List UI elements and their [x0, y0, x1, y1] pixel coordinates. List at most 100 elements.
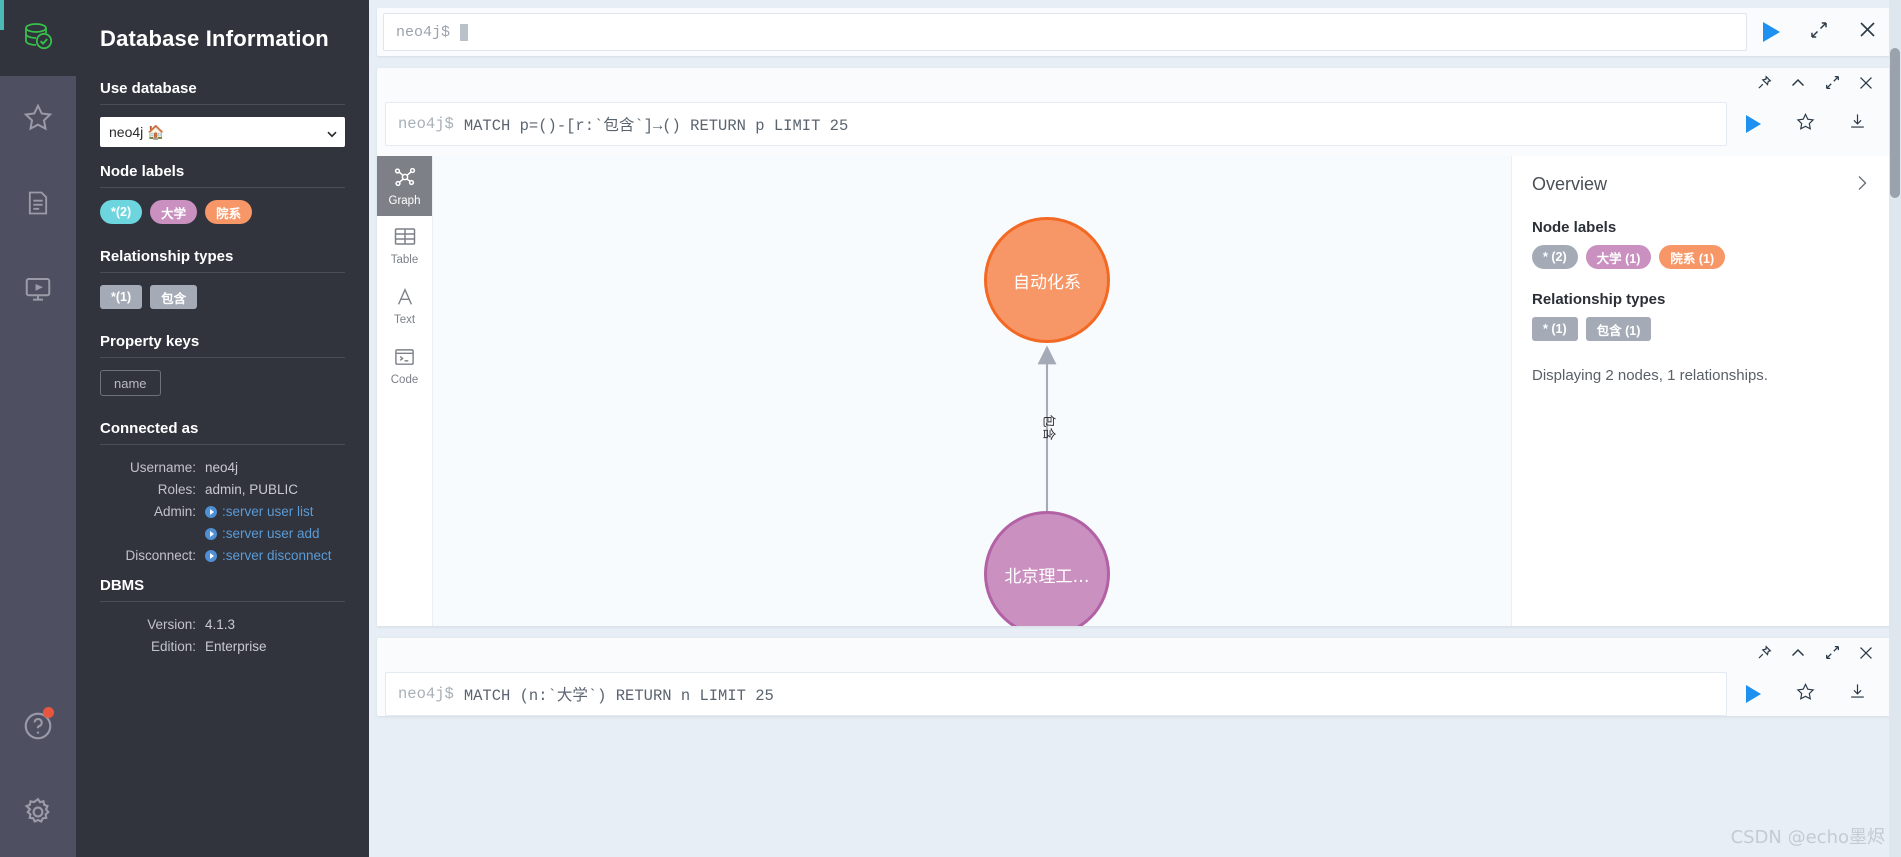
play-icon: [205, 550, 217, 562]
relationship-types-heading: Relationship types: [100, 248, 234, 265]
rerun-query-button[interactable]: [1727, 672, 1779, 716]
overview-relationship-chip[interactable]: 包含 (1): [1585, 317, 1652, 341]
node-label-chip[interactable]: 院系: [205, 200, 253, 224]
text-cursor: [460, 23, 469, 41]
database-select[interactable]: neo4j 🏠: [100, 117, 345, 147]
relationship-type-chip-list: *(1) 包含: [100, 285, 345, 309]
star-icon: [23, 102, 53, 137]
collapse-frame-button[interactable]: [1781, 640, 1815, 670]
row-key: [100, 524, 196, 544]
pin-frame-button[interactable]: [1747, 640, 1781, 670]
link-label: :server user add: [222, 526, 320, 541]
editor-prompt: neo4j$: [396, 23, 451, 41]
expand-editor-button[interactable]: [1795, 8, 1843, 56]
server-user-list-link[interactable]: :server user list: [196, 502, 314, 522]
play-icon: [1745, 115, 1761, 133]
overview-relationship-types-heading: Relationship types: [1532, 291, 1666, 308]
property-key-chip-list: name: [100, 370, 345, 396]
relationship-label: 包含: [1040, 414, 1056, 441]
help-notification-badge: [43, 707, 54, 718]
server-disconnect-link[interactable]: :server disconnect: [196, 546, 332, 566]
tab-code[interactable]: Code: [377, 336, 432, 396]
row-key: Admin:: [153, 504, 196, 519]
frame-header: [377, 638, 1891, 672]
pin-frame-button[interactable]: [1747, 70, 1781, 100]
cypher-editor-bar: neo4j$: [377, 8, 1891, 56]
link-label: :server disconnect: [222, 548, 332, 563]
relationship-type-chip[interactable]: *(1): [100, 285, 143, 309]
sidebar-item-project-files[interactable]: [0, 162, 76, 248]
cypher-editor-input[interactable]: neo4j$: [383, 13, 1747, 51]
expand-frame-button[interactable]: [1815, 640, 1849, 670]
rerun-query-button[interactable]: [1727, 102, 1779, 146]
text-icon: [394, 286, 416, 311]
connected-row: Admin: :server user list: [100, 501, 345, 523]
expand-icon: [1825, 75, 1840, 95]
left-icon-rail: [0, 0, 76, 857]
tab-text[interactable]: Text: [377, 276, 432, 336]
tab-table[interactable]: Table: [377, 216, 432, 276]
query-string: MATCH p=()-[r:`包含`]→() RETURN p LIMIT 25: [463, 117, 849, 135]
property-keys-section: Property keys name: [76, 323, 369, 396]
row-key: Roles:: [157, 482, 196, 497]
sidebar-item-help[interactable]: [0, 685, 76, 771]
connected-as-section: Connected as Username: neo4j Roles: admi…: [76, 410, 369, 567]
expand-frame-button[interactable]: [1815, 70, 1849, 100]
chevron-down-icon: [326, 127, 337, 138]
overview-node-chip[interactable]: * (2): [1532, 245, 1578, 269]
scrollbar-thumb[interactable]: [1890, 48, 1900, 198]
close-frame-button[interactable]: [1849, 70, 1883, 100]
download-result-button[interactable]: [1831, 102, 1883, 146]
tab-graph[interactable]: Graph: [377, 156, 432, 216]
relationship-type-chip[interactable]: 包含: [150, 285, 198, 309]
close-frame-button[interactable]: [1849, 640, 1883, 670]
overview-node-chip[interactable]: 院系 (1): [1659, 245, 1726, 269]
graph-node[interactable]: 北京理工…: [984, 511, 1110, 626]
frame-query-text[interactable]: neo4j$ MATCH (n:`大学`) RETURN n LIMIT 25: [385, 672, 1727, 716]
frame-query-text[interactable]: neo4j$ MATCH p=()-[r:`包含`]→() RETURN p L…: [385, 102, 1727, 146]
favorite-query-button[interactable]: [1779, 672, 1831, 716]
collapse-overview-button[interactable]: [1853, 174, 1871, 197]
close-editor-button[interactable]: [1843, 8, 1891, 56]
server-user-add-link[interactable]: :server user add: [196, 524, 320, 544]
frame-body: Graph Table Text Code 自动化系 包含 北京理工… Over…: [377, 156, 1891, 626]
sidebar-item-settings[interactable]: [0, 771, 76, 857]
code-icon: [393, 347, 416, 371]
sidebar-item-favorites[interactable]: [0, 76, 76, 162]
tab-label: Text: [393, 314, 416, 326]
table-icon: [393, 226, 417, 251]
connected-row: Disconnect: :server disconnect: [100, 545, 345, 567]
query-prompt: neo4j$: [398, 685, 454, 703]
property-key-chip[interactable]: name: [100, 370, 161, 396]
database-check-icon: [21, 19, 55, 58]
overview-node-chip[interactable]: 大学 (1): [1585, 245, 1652, 269]
overview-relationship-chip[interactable]: * (1): [1532, 317, 1578, 341]
view-tab-rail: Graph Table Text Code: [377, 156, 433, 626]
play-icon: [205, 506, 217, 518]
property-keys-heading: Property keys: [100, 333, 200, 350]
chevron-up-icon: [1790, 645, 1806, 666]
page-scrollbar[interactable]: [1889, 0, 1901, 857]
expand-icon: [1825, 645, 1840, 665]
graph-node[interactable]: 自动化系: [984, 217, 1110, 343]
chevron-up-icon: [1790, 75, 1806, 96]
overview-relationship-chips: * (1) 包含 (1): [1532, 317, 1871, 341]
node-labels-section: Node labels *(2) 大学 院系: [76, 153, 369, 224]
graph-icon: [393, 165, 417, 192]
node-label-chip-list: *(2) 大学 院系: [100, 200, 345, 224]
row-key: Edition:: [150, 639, 196, 654]
run-query-button[interactable]: [1747, 8, 1795, 56]
play-icon: [1745, 685, 1761, 703]
watermark: CSDN @echo墨烬: [1730, 827, 1885, 848]
node-label-chip[interactable]: *(2): [100, 200, 143, 224]
download-result-button[interactable]: [1831, 672, 1883, 716]
neo4j-logo[interactable]: [0, 0, 76, 76]
play-icon: [205, 528, 217, 540]
favorite-query-button[interactable]: [1779, 102, 1831, 146]
sidebar-item-guides[interactable]: [0, 248, 76, 334]
panel-title: Database Information: [100, 26, 329, 51]
collapse-frame-button[interactable]: [1781, 70, 1815, 100]
divider: [100, 187, 345, 188]
node-label-chip[interactable]: 大学: [150, 200, 198, 224]
expand-icon: [1810, 21, 1828, 44]
